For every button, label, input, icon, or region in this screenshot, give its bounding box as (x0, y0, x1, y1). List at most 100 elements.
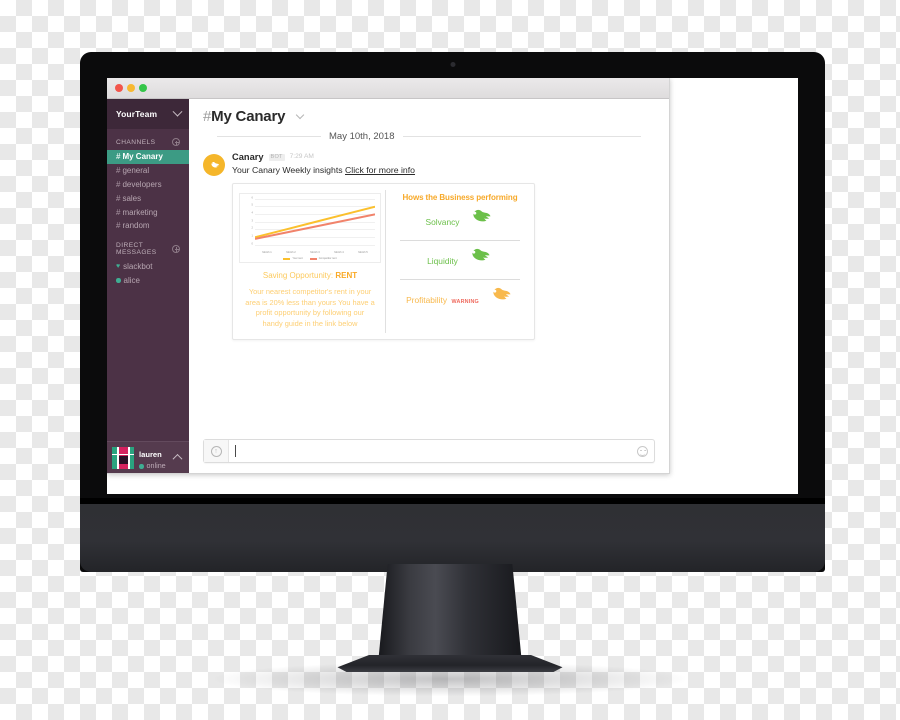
card-right-panel: Hows the Business performing Solvancy Li… (385, 189, 534, 334)
plus-circle-icon: ↑ (210, 445, 222, 457)
add-dm-icon[interactable] (172, 244, 180, 253)
current-user-name: lauren (139, 450, 162, 460)
webcam-icon (450, 62, 455, 67)
bird-yellow-icon (487, 286, 514, 311)
performance-title: Hows the Business performing (402, 192, 518, 202)
monitor-screen: YourTeam CHANNELS # My Canary # general … (107, 78, 798, 494)
metric-label: Solvancy (425, 216, 460, 227)
sidebar-item-label: sales (122, 193, 142, 203)
legend-swatch (283, 258, 291, 260)
channel-title-label: My Canary (211, 108, 286, 125)
card-left-panel: 6 5 4 3 2 1 0 Month 1 Month 2 Month 3 Mo… (233, 190, 385, 334)
chart-legend: Your rent Competitor rent (243, 256, 377, 261)
legend-label: Your rent (292, 256, 303, 260)
current-user-status: online (139, 462, 169, 471)
close-button[interactable] (115, 84, 123, 92)
chevron-down-icon[interactable] (295, 110, 305, 120)
sidebar-item-slackbot[interactable]: ♥ slackbot (107, 260, 189, 274)
page-background: YourTeam CHANNELS # My Canary # general … (0, 0, 900, 720)
sidebar-item-label: general (122, 166, 150, 176)
composer-box[interactable]: ↑ (203, 439, 655, 463)
dm-section-header: DIRECT MESSAGES (107, 233, 189, 260)
legend-label: Competitor rent (318, 256, 337, 260)
hash-icon: # (116, 179, 121, 189)
sidebar-item-random[interactable]: # random (107, 219, 189, 233)
bot-avatar-canary-icon (203, 154, 225, 176)
x-tick-label: Month 1 (262, 251, 272, 255)
sidebar: YourTeam CHANNELS # My Canary # general … (107, 99, 189, 473)
message-text: Your Canary Weekly insights (232, 164, 345, 175)
upload-button[interactable]: ↑ (204, 440, 229, 462)
chevron-down-icon (172, 106, 183, 117)
message-list: Canary BOT 7:29 AM Your Canary Weekly in… (189, 142, 669, 431)
message-composer: ↑ (189, 431, 669, 473)
heart-icon: ♥ (116, 263, 121, 271)
avatar (112, 446, 134, 469)
x-tick-label: Month 5 (358, 251, 368, 255)
x-tick-label: Month 2 (286, 251, 296, 255)
rent-chart: 6 5 4 3 2 1 0 Month 1 Month 2 Month 3 Mo… (239, 192, 381, 264)
x-tick-label: Month 3 (310, 251, 320, 255)
sidebar-item-developers[interactable]: # developers (107, 178, 189, 192)
sidebar-item-sales[interactable]: # sales (107, 191, 189, 205)
minimize-button[interactable] (127, 84, 135, 92)
bot-badge: BOT (268, 153, 285, 162)
text-caret (235, 445, 236, 457)
divider-line-left (217, 136, 321, 137)
sidebar-item-alice[interactable]: alice (107, 273, 189, 287)
y-tick-label: 0 (251, 242, 253, 246)
divider-line-right (402, 136, 641, 137)
monitor-stand-neck (377, 564, 523, 669)
more-info-link[interactable]: Click for more info (345, 165, 415, 175)
add-channel-icon[interactable] (172, 138, 180, 146)
current-user-bar[interactable]: lauren online (107, 441, 189, 473)
channels-section-label: CHANNELS (116, 138, 156, 146)
date-label: May 10th, 2018 (329, 131, 395, 142)
legend-swatch (309, 258, 317, 260)
window-titlebar (107, 78, 669, 99)
channel-header: #My Canary May 10th, 2018 (189, 99, 669, 142)
channels-section-header: CHANNELS (107, 129, 189, 150)
sidebar-item-label: developers (122, 179, 162, 189)
metric-row-liquidity: Liquidity (392, 241, 528, 279)
saving-label: Saving Opportunity: (262, 271, 336, 281)
bird-green-icon (466, 247, 493, 272)
chevron-up-icon[interactable] (172, 453, 183, 464)
slack-window: YourTeam CHANNELS # My Canary # general … (107, 78, 670, 474)
metric-row-profitability: Profitability WARNING (392, 280, 528, 318)
imac-monitor: YourTeam CHANNELS # My Canary # general … (80, 52, 825, 572)
presence-online-icon (139, 464, 144, 469)
page-title[interactable]: #My Canary (203, 108, 655, 125)
x-tick-label: Month 4 (334, 251, 344, 255)
team-switcher[interactable]: YourTeam (107, 99, 189, 129)
hash-icon: # (116, 166, 121, 176)
message-timestamp: 7:29 AM (289, 153, 314, 161)
monitor-stand-base (337, 655, 563, 672)
message-item: Canary BOT 7:29 AM Your Canary Weekly in… (203, 152, 655, 341)
bird-green-icon (467, 208, 494, 233)
sidebar-item-marketing[interactable]: # marketing (107, 205, 189, 219)
sidebar-item-label: random (122, 221, 150, 231)
hash-icon: # (116, 221, 121, 231)
saving-value: RENT (335, 271, 358, 281)
hash-icon: # (116, 193, 121, 203)
sidebar-item-label: alice (123, 275, 140, 285)
sidebar-item-general[interactable]: # general (107, 164, 189, 178)
team-name: YourTeam (116, 109, 158, 119)
message-author: Canary (232, 152, 264, 162)
monitor-chin (80, 504, 825, 572)
y-tick-label: 1 (251, 234, 253, 238)
legend-item: Your rent (283, 256, 303, 261)
y-tick-label: 3 (251, 219, 253, 223)
smiley-icon[interactable] (637, 445, 648, 457)
status-badge: WARNING (451, 298, 479, 305)
chart-plot-area: 6 5 4 3 2 1 0 (251, 197, 375, 246)
zoom-button[interactable] (139, 84, 147, 92)
legend-item: Competitor rent (309, 256, 337, 261)
sidebar-item-my-canary[interactable]: # My Canary (107, 150, 189, 164)
chart-x-axis: Month 1 Month 2 Month 3 Month 4 Month 5 (255, 252, 375, 255)
current-user-status-label: online (146, 461, 166, 471)
message-input[interactable] (229, 445, 637, 457)
date-divider: May 10th, 2018 (217, 131, 641, 142)
